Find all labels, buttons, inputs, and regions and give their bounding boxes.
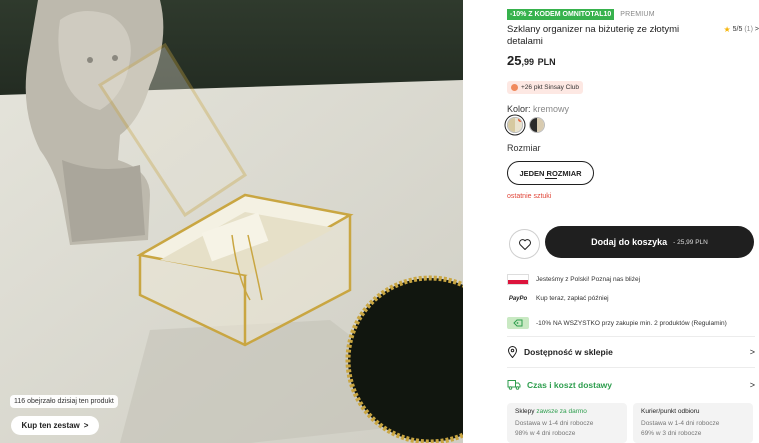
price-integer: 25	[507, 53, 522, 68]
star-icon: ★	[723, 25, 731, 34]
delivery-card-stores: Sklepy zawsze za darmo Dostawa w 1-4 dni…	[507, 403, 627, 443]
delivery-card-title-text: Kurier/punkt odbioru	[641, 408, 700, 415]
rating-score: 5/5	[732, 26, 743, 33]
loyalty-points-badge[interactable]: +26 pkt Sinsay Club	[507, 81, 583, 94]
location-pin-icon	[507, 346, 518, 358]
chevron-right-icon: >	[749, 379, 755, 390]
divider	[507, 336, 755, 337]
price-decimal: ,99	[521, 57, 534, 67]
delivery-card-title-text: Sklepy	[515, 408, 535, 415]
divider	[507, 367, 755, 368]
chevron-right-icon: >	[749, 347, 755, 357]
chevron-right-icon: >	[83, 421, 89, 430]
discount-tag-icon	[507, 317, 529, 329]
add-to-cart-button[interactable]: Dodaj do koszyka - 25,99 PLN	[545, 226, 754, 258]
price-currency: PLN	[537, 57, 556, 67]
add-to-cart-price: - 25,99 PLN	[673, 238, 708, 246]
color-value: kremowy	[533, 104, 570, 114]
delivery-card-title: Sklepy zawsze za darmo	[515, 408, 619, 415]
delivery-card-title: Kurier/punkt odbioru	[641, 408, 745, 415]
promo-info-row[interactable]: -10% NA WSZYSTKO przy zakupie min. 2 pro…	[507, 317, 727, 329]
wishlist-button[interactable]	[509, 229, 540, 259]
rating-count: (1)	[744, 26, 753, 33]
add-to-cart-label: Dodaj do koszyka	[591, 237, 668, 247]
chevron-right-icon: >	[754, 26, 759, 33]
color-label-prefix: Kolor:	[507, 104, 531, 114]
paypo-info-text: Kup teraz, zapłać później	[536, 295, 609, 302]
shop-the-look-button[interactable]: Kup ten zestaw >	[11, 416, 99, 435]
shop-look-label: Kup ten zestaw	[21, 421, 80, 430]
delivery-card-line: 98% w 4 dni robocze	[515, 430, 576, 437]
club-points-text: +26 pkt Sinsay Club	[521, 84, 579, 91]
low-stock-dot-icon	[518, 118, 522, 122]
size-option-one-size[interactable]: JEDEN ROZMIAR	[507, 161, 594, 185]
heart-icon	[518, 238, 531, 250]
club-points-icon	[511, 84, 518, 91]
delivery-card-courier: Kurier/punkt odbioru Dostawa w 1-4 dni r…	[633, 403, 753, 443]
paypo-logo-icon: PayPo	[508, 295, 528, 302]
product-photo[interactable]: 116 obejrzało dzisiaj ten produkt Kup te…	[0, 0, 463, 443]
discount-code-badge: -10% Z KODEM OMNITOTAL10	[507, 9, 615, 20]
product-details-panel: -10% Z KODEM OMNITOTAL10 PREMIUM Szklany…	[507, 0, 759, 443]
premium-label: PREMIUM	[620, 11, 655, 18]
poland-info-row[interactable]: Jesteśmy z Polski! Poznaj nas bliżej	[507, 274, 640, 285]
delivery-info-label: Czas i koszt dostawy	[527, 379, 613, 390]
delivery-card-free-text: zawsze za darmo	[536, 408, 587, 415]
paypo-info-row[interactable]: PayPo Kup teraz, zapłać później	[507, 295, 609, 302]
color-swatch-black[interactable]	[529, 117, 545, 133]
rating-link[interactable]: ★ 5/5 (1) >	[723, 25, 759, 34]
product-image-illustration	[0, 0, 463, 443]
swatch-half	[508, 118, 515, 132]
viewers-count-badge: 116 obejrzało dzisiaj ten produkt	[10, 395, 118, 408]
store-availability-label: Dostępność w sklepie	[524, 347, 613, 357]
delivery-card-line: Dostawa w 1-4 dni robocze	[515, 420, 594, 427]
delivery-info-row[interactable]: Czas i koszt dostawy >	[507, 379, 755, 390]
color-label: Kolor: kremowy	[507, 104, 569, 114]
size-label: Rozmiar	[507, 143, 541, 153]
delivery-card-line: 69% w 3 dni robocze	[641, 430, 702, 437]
store-availability-row[interactable]: Dostępność w sklepie >	[507, 346, 755, 358]
low-stock-note: ostatnie sztuki	[507, 193, 552, 200]
delivery-truck-icon	[507, 380, 521, 390]
delivery-card-line: Dostawa w 1-4 dni robocze	[641, 420, 720, 427]
color-swatches	[507, 117, 545, 133]
color-swatch-kremowy[interactable]	[507, 117, 523, 133]
promo-row: -10% Z KODEM OMNITOTAL10 PREMIUM	[507, 9, 655, 20]
poland-info-text: Jesteśmy z Polski! Poznaj nas bliżej	[536, 276, 641, 283]
product-price: 25,99 PLN	[507, 53, 556, 68]
swatch-half	[530, 118, 537, 132]
poland-flag-icon	[507, 274, 529, 285]
promo-info-text: -10% NA WSZYSTKO przy zakupie min. 2 pro…	[536, 319, 727, 327]
product-title: Szklany organizer na biżuterię ze złotym…	[507, 24, 680, 47]
swatch-half	[537, 118, 544, 132]
